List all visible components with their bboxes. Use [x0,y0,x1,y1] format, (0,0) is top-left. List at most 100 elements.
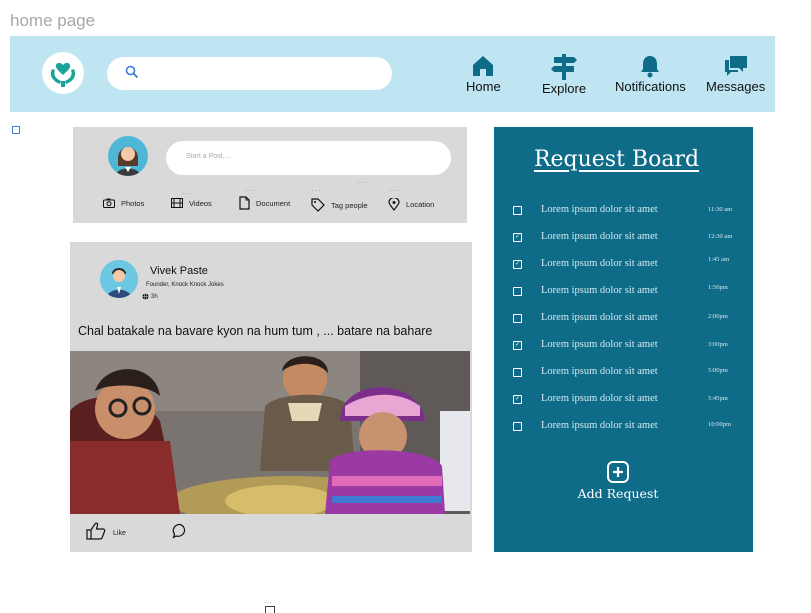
nav-home[interactable]: Home [466,54,501,94]
request-item-time: 5:45pm [708,395,728,402]
add-request-label: Add Request [577,486,659,501]
more-dots-icon: ··· [245,186,256,195]
attach-photos[interactable]: Photos [103,198,144,208]
like-label: Like [113,530,126,537]
attach-tag-people[interactable]: Tag people [311,198,368,212]
add-request-button[interactable]: Add Request [494,460,742,501]
checkbox-icon[interactable] [513,287,522,296]
nav-messages-label: Messages [706,79,766,94]
comment-button[interactable] [172,523,188,544]
request-item-text: Lorem ipsum dolor sit amet [541,231,658,242]
request-item-time: 1:50pm [708,284,728,291]
globe-icon [142,293,149,300]
request-item-text: Lorem ipsum dolor sit amet [541,339,658,350]
request-item[interactable]: Lorem ipsum dolor sit amet 1:50pm [513,284,743,299]
post-composer: Start a Post.... ··· ··· ··· ··· ··· Pho… [73,127,467,223]
plus-square-icon [607,461,629,483]
post-author-name[interactable]: Vivek Paste [150,265,208,277]
checked-checkbox-icon[interactable]: ✓ [513,395,522,404]
nav-notifications[interactable]: Notifications [615,54,686,94]
children-photo-image [70,351,470,514]
user-avatar[interactable] [108,136,148,176]
checked-checkbox-icon[interactable]: ✓ [513,233,522,242]
feed-post: Vivek Paste Founder, Knock Knock Jokes 3… [70,242,472,552]
start-post-placeholder: Start a Post.... [186,153,231,160]
request-board-title: Request Board [533,147,700,172]
request-item[interactable]: Lorem ipsum dolor sit amet 5:00pm [513,366,743,380]
request-item-text: Lorem ipsum dolor sit amet [541,285,658,296]
post-author-role: Founder, Knock Knock Jokes [146,282,224,288]
attach-location-label: Location [406,200,435,209]
more-dots-icon: ··· [181,189,192,198]
request-item-time: 12:30 am [708,233,733,240]
request-item-time: 10:00pm [708,421,732,428]
attach-videos-label: Videos [189,198,212,208]
checkbox-icon[interactable] [513,206,522,215]
checkbox-icon[interactable] [513,368,522,377]
request-item-time: 2:00pm [708,313,728,320]
woman-avatar-icon [116,147,140,176]
select-checkbox[interactable] [12,126,20,134]
attach-videos[interactable]: Videos [171,198,212,208]
home-icon [473,56,494,76]
post-body-text: Chal batakale na bavare kyon na hum tum … [78,324,433,338]
post-timestamp: 3h [142,293,158,300]
page-label: home page [10,11,96,30]
more-dots-icon: ··· [311,186,322,195]
camera-icon [103,198,115,208]
request-item-text: Lorem ipsum dolor sit amet [541,312,658,323]
request-item[interactable]: Lorem ipsum dolor sit amet 10:00pm [513,420,743,434]
search-bar[interactable] [107,57,392,90]
request-item-text: Lorem ipsum dolor sit amet [541,366,658,377]
post-photo[interactable] [70,351,470,514]
more-dots-icon: ··· [389,186,400,195]
signpost-icon [551,54,578,80]
request-item[interactable]: ✓ Lorem ipsum dolor sit amet 12:30 am [513,231,743,245]
request-item-time: 5:00pm [708,367,728,374]
nav-explore-label: Explore [542,81,587,96]
attach-document[interactable]: Document [239,196,290,210]
request-item[interactable]: ✓ Lorem ipsum dolor sit amet 3:00pm [513,339,743,353]
app-logo[interactable] [42,52,84,94]
location-pin-icon [388,198,400,211]
man-avatar-icon [100,260,138,298]
start-post-input[interactable]: Start a Post.... [166,141,451,175]
request-item[interactable]: Lorem ipsum dolor sit amet 11:30 am [513,204,743,218]
request-item[interactable]: ✓ Lorem ipsum dolor sit amet 5:45pm [513,393,743,407]
request-item[interactable]: ✓ Lorem ipsum dolor sit amet 1:45 am [513,256,743,272]
document-icon [239,196,250,210]
attach-location[interactable]: Location [388,198,434,211]
search-icon [125,65,139,79]
nav-explore[interactable]: Explore [542,54,586,96]
request-item-time: 11:30 am [708,206,733,213]
request-item[interactable]: Lorem ipsum dolor sit amet 2:00pm [513,312,743,326]
request-board: Request Board Lorem ipsum dolor sit amet… [494,127,753,552]
bell-icon [641,56,660,78]
comment-icon [172,523,186,539]
chat-icon [724,56,747,76]
more-dots-icon: ··· [357,178,368,187]
request-item-text: Lorem ipsum dolor sit amet [541,204,658,215]
attach-document-label: Document [256,198,291,208]
request-item-time: 3:00pm [708,341,728,348]
hands-heart-logo-icon [50,62,76,87]
checkbox-icon[interactable] [513,314,522,323]
request-item-time: 1:45 am [708,256,730,263]
like-button[interactable]: Like [86,522,126,540]
film-icon [171,198,183,208]
attach-tag-people-label: Tag people [331,200,368,210]
nav-messages[interactable]: Messages [706,54,765,94]
post-time-label: 3h [151,293,158,300]
request-item-text: Lorem ipsum dolor sit amet [541,420,658,431]
thumbs-up-icon [86,522,106,540]
checked-checkbox-icon[interactable]: ✓ [513,260,522,269]
nav-home-label: Home [466,79,501,94]
nav-notifications-label: Notifications [615,79,686,94]
request-item-text: Lorem ipsum dolor sit amet [541,393,658,404]
tag-icon [311,198,325,212]
attach-photos-label: Photos [121,198,145,208]
top-header: Home Explore Notifications Messages [10,36,775,112]
checkbox-icon[interactable] [513,422,522,431]
checked-checkbox-icon[interactable]: ✓ [513,341,522,350]
author-avatar[interactable] [100,260,138,298]
